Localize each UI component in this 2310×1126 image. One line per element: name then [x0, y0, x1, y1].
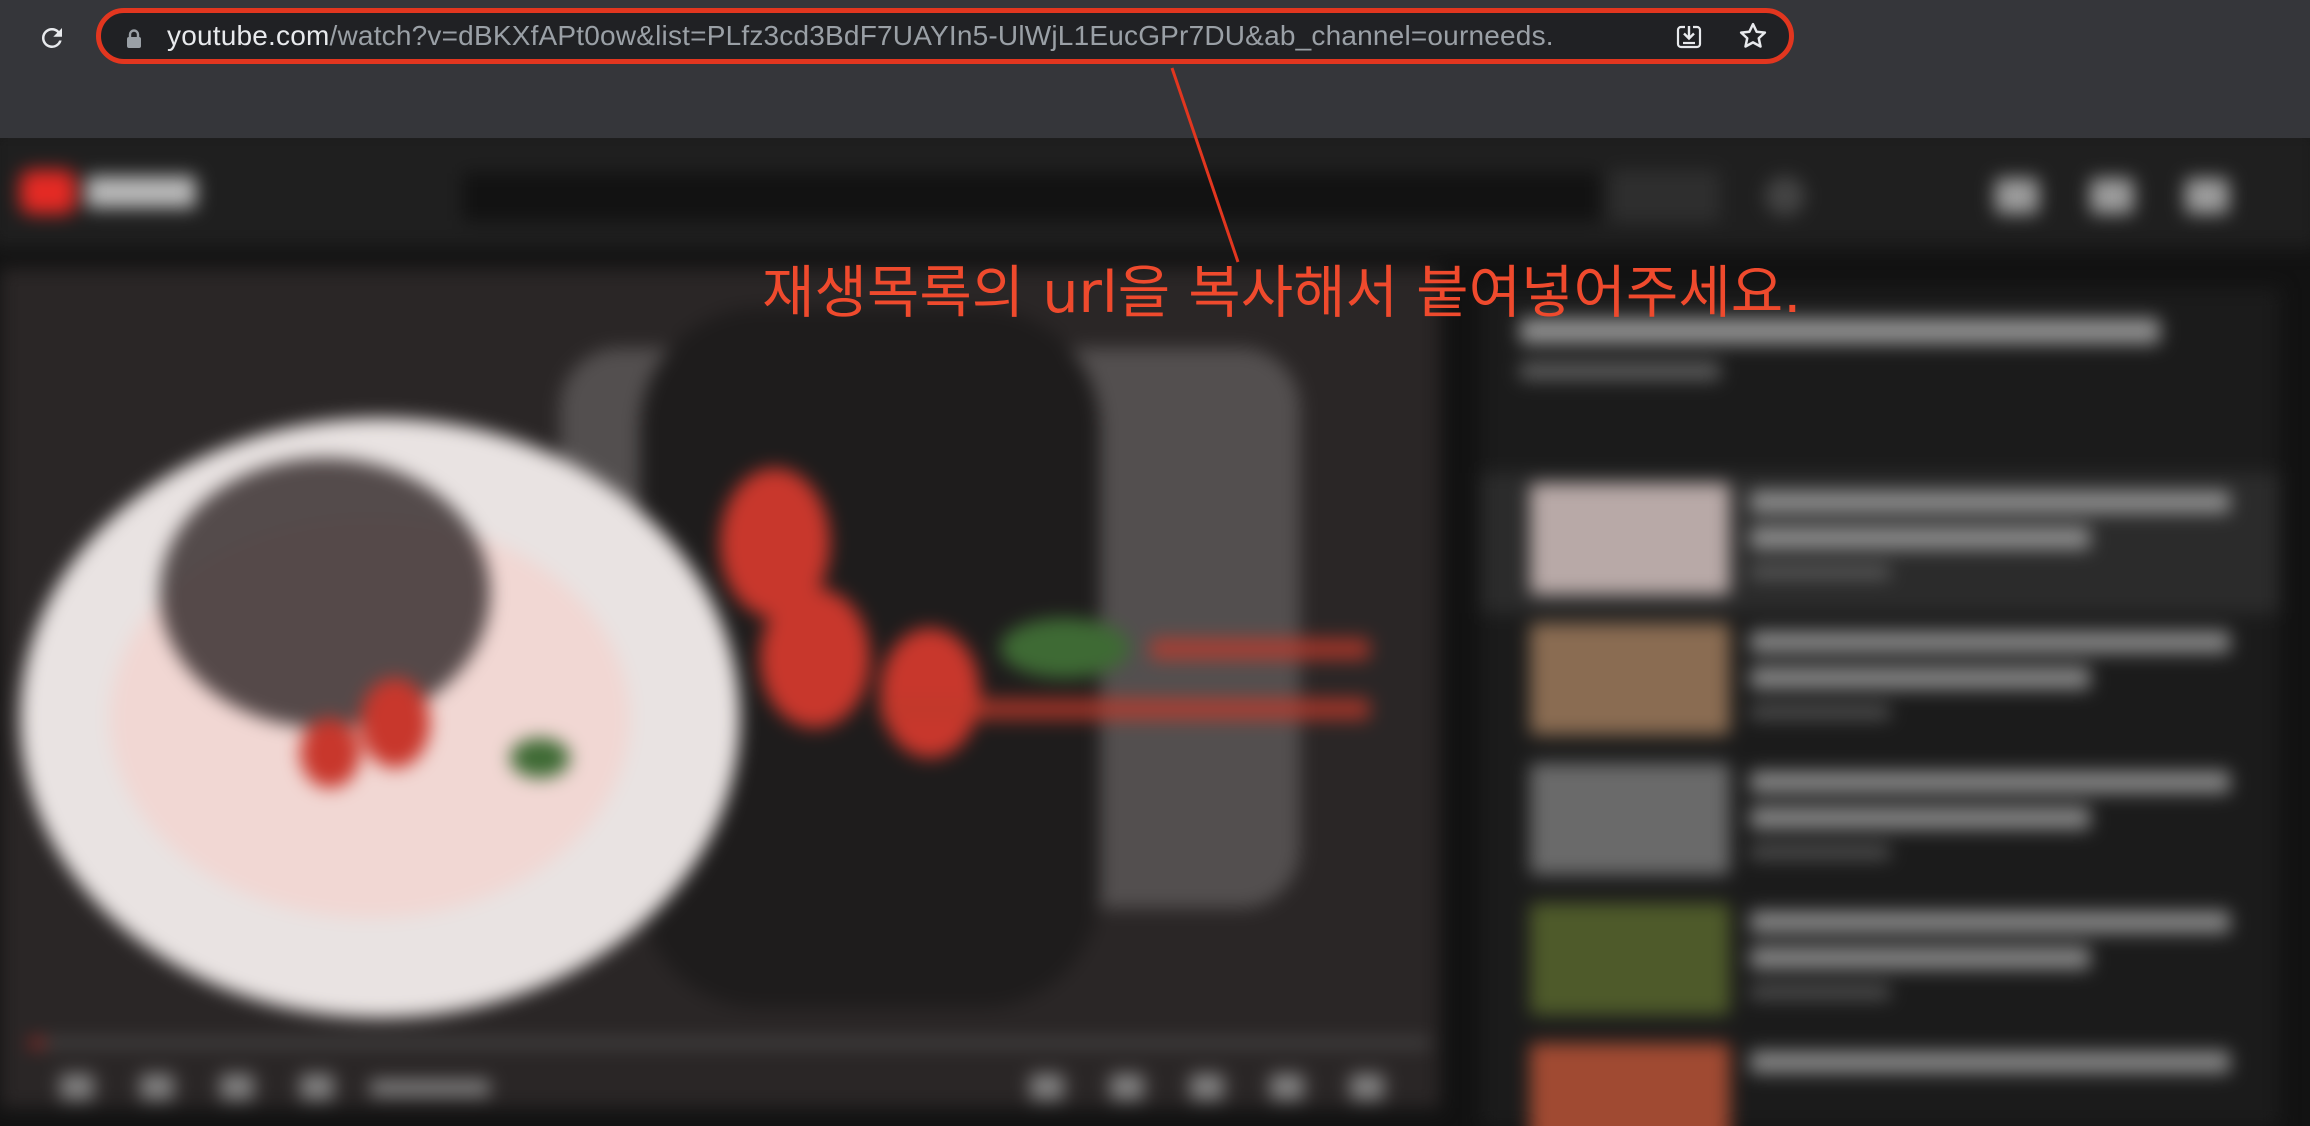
- playlist-thumbnail: [1530, 1043, 1730, 1126]
- playlist-item-channel: [1750, 985, 1890, 999]
- playlist-item-title: [1750, 631, 2230, 653]
- fullscreen-icon[interactable]: [1350, 1074, 1384, 1100]
- annotation-text: 재생목록의 url을 복사해서 붙여넣어주세요.: [762, 260, 1802, 326]
- url-path: /watch?v=dBKXfAPt0ow&list=PLfz3cd3BdF7UA…: [329, 20, 1554, 51]
- video-watermark: [1150, 638, 1370, 660]
- reload-icon[interactable]: [34, 20, 70, 56]
- next-icon[interactable]: [220, 1074, 254, 1100]
- playlist-thumbnail: [1530, 483, 1730, 595]
- youtube-wordmark: [86, 176, 196, 208]
- playlist-item-channel: [1750, 565, 1890, 579]
- video-leaf: [1000, 618, 1130, 678]
- playlist-item[interactable]: [1480, 473, 2280, 613]
- playlist-item-channel: [1750, 845, 1890, 859]
- video-controls: [0, 1058, 1440, 1108]
- playlist-item-title: [1750, 1051, 2230, 1073]
- video-berry: [760, 588, 870, 728]
- volume-icon[interactable]: [300, 1074, 334, 1100]
- url-text[interactable]: youtube.com/watch?v=dBKXfAPt0ow&list=PLf…: [167, 13, 1554, 59]
- video-berry: [360, 678, 430, 768]
- playlist-thumbnail: [1530, 903, 1730, 1015]
- playlist-item-title: [1750, 947, 2090, 969]
- video-progress-fill: [30, 1040, 44, 1046]
- video-berry: [880, 628, 980, 758]
- playlist-subtitle: [1520, 362, 1720, 380]
- playlist-thumbnail: [1530, 763, 1730, 875]
- mic-icon[interactable]: [1765, 176, 1805, 216]
- playlist-thumbnail: [1530, 623, 1730, 735]
- playlist-item[interactable]: [1480, 753, 2280, 893]
- bookmark-star-icon[interactable]: [1738, 21, 1768, 51]
- playlist-item[interactable]: [1480, 1033, 2280, 1126]
- video-berry: [300, 718, 360, 788]
- video-progress-bar[interactable]: [30, 1040, 1430, 1046]
- playlist-item-title: [1750, 527, 2090, 549]
- apps-icon[interactable]: [2090, 178, 2134, 214]
- youtube-search-button[interactable]: [1610, 170, 1720, 222]
- video-leaf: [510, 738, 570, 778]
- create-icon[interactable]: [1995, 178, 2039, 214]
- address-bar[interactable]: youtube.com/watch?v=dBKXfAPt0ow&list=PLf…: [96, 8, 1794, 64]
- youtube-logo: [20, 170, 76, 214]
- video-plate-shadow: [160, 458, 490, 728]
- youtube-header: [0, 138, 2310, 248]
- playlist-item-title: [1750, 911, 2230, 933]
- install-app-icon[interactable]: [1675, 23, 1703, 51]
- playlist-item[interactable]: [1480, 613, 2280, 753]
- playlist-item-title: [1750, 491, 2230, 513]
- autoplay-icon[interactable]: [1030, 1074, 1064, 1100]
- notifications-icon[interactable]: [2185, 178, 2229, 214]
- miniplayer-icon[interactable]: [1270, 1074, 1304, 1100]
- time-display: [370, 1080, 490, 1096]
- youtube-search-input[interactable]: [460, 170, 1602, 224]
- video-player[interactable]: [0, 268, 1440, 1108]
- video-watermark: [880, 698, 1370, 720]
- browser-toolbar: youtube.com/watch?v=dBKXfAPt0ow&list=PLf…: [0, 0, 2310, 138]
- playlist-item[interactable]: [1480, 893, 2280, 1033]
- playlist-panel: [1480, 288, 2280, 1126]
- playlist-item-title: [1750, 807, 2090, 829]
- settings-icon[interactable]: [1190, 1074, 1224, 1100]
- playlist-item-title: [1750, 667, 2090, 689]
- lock-icon[interactable]: [125, 29, 143, 49]
- captions-icon[interactable]: [1110, 1074, 1144, 1100]
- previous-icon[interactable]: [60, 1074, 94, 1100]
- playlist-item-title: [1750, 771, 2230, 793]
- playlist-item-channel: [1750, 705, 1890, 719]
- play-icon[interactable]: [140, 1074, 174, 1100]
- url-host: youtube.com: [167, 20, 330, 51]
